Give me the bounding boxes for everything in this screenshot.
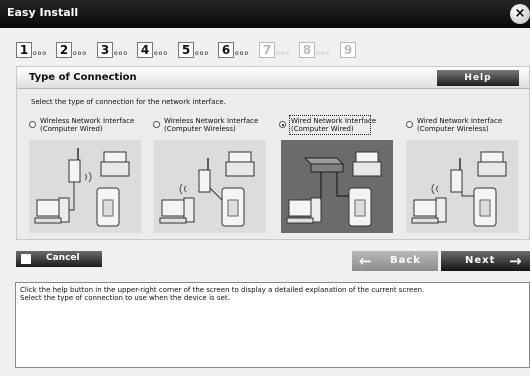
- back-arrow-icon: ←: [359, 252, 372, 270]
- illustration-wireless-computer-wired: [34, 148, 130, 227]
- step-dots: ooo: [33, 50, 48, 57]
- panel-header: Type of Connection Help: [17, 67, 529, 89]
- step-9: 9: [340, 42, 376, 60]
- step-dots: ooo: [276, 50, 291, 57]
- option-wired-computer-wireless[interactable]: Wired Network Interface (Computer Wirele…: [406, 117, 521, 139]
- printer-icon: [477, 151, 507, 177]
- close-button[interactable]: ×: [510, 4, 530, 24]
- next-label: Next: [465, 255, 496, 266]
- back-label: Back: [390, 255, 421, 266]
- step-dots: ooo: [154, 50, 169, 57]
- step-number: 6: [218, 42, 234, 58]
- help-button[interactable]: Help: [437, 70, 519, 86]
- step-number: 7: [259, 42, 275, 58]
- option-label-line1: Wired Network Interface: [417, 117, 503, 125]
- radio-button[interactable]: [153, 121, 160, 128]
- cancel-box-icon: [21, 254, 31, 264]
- main-content: 1 ooo 2 ooo 3 ooo 4 ooo 5 ooo 6 ooo 7 oo…: [0, 28, 530, 376]
- step-dots: ooo: [235, 50, 250, 57]
- step-8: 8 ooo: [299, 42, 335, 60]
- cancel-label: Cancel: [46, 253, 80, 263]
- router-icon: [450, 158, 463, 193]
- waves-icon: [179, 183, 187, 195]
- cable: [320, 172, 349, 200]
- option-label-line2: (Computer Wired): [40, 125, 103, 133]
- hub-icon: [303, 157, 345, 173]
- window-title: Easy Install: [7, 6, 79, 19]
- step-number: 3: [97, 42, 113, 58]
- computer-icon: [411, 197, 447, 224]
- option-label-line2: (Computer Wired): [291, 125, 354, 133]
- waves-icon: [431, 183, 439, 195]
- connection-type-panel: Type of Connection Help Select the type …: [16, 66, 530, 240]
- waves-icon: [84, 171, 92, 183]
- step-number: 8: [299, 42, 315, 58]
- step-number: 9: [340, 42, 356, 58]
- step-number: 5: [178, 42, 194, 58]
- step-4: 4 ooo: [137, 42, 173, 60]
- computer-icon: [159, 197, 195, 224]
- option-wireless-computer-wireless[interactable]: Wireless Network Interface (Computer Wir…: [153, 117, 268, 139]
- option-label-line2: (Computer Wireless): [417, 125, 489, 133]
- radio-button[interactable]: [406, 121, 413, 128]
- back-button[interactable]: ← Back: [352, 251, 438, 271]
- diagram-wireless-computer-wired[interactable]: [29, 140, 141, 233]
- help-text-area: Click the help button in the upper-right…: [15, 282, 530, 368]
- cable: [69, 182, 75, 211]
- printer-icon: [352, 151, 382, 177]
- step-dots: ooo: [316, 50, 331, 57]
- option-label-line1: Wireless Network Interface: [164, 117, 259, 125]
- diagram-wired-computer-wireless[interactable]: [406, 140, 518, 233]
- step-number: 1: [16, 42, 32, 58]
- option-wired-computer-wired[interactable]: Wired Network Interface (Computer Wired): [279, 115, 394, 139]
- step-5: 5 ooo: [178, 42, 214, 60]
- cable: [209, 187, 223, 201]
- radio-button-checked[interactable]: [279, 121, 286, 128]
- computer-icon: [34, 197, 70, 224]
- cable: [461, 188, 474, 197]
- diagram-wireless-computer-wireless[interactable]: [154, 140, 266, 233]
- step-3: 3 ooo: [97, 42, 133, 60]
- step-7: 7 ooo: [259, 42, 295, 60]
- close-icon: ×: [514, 6, 526, 21]
- step-number: 2: [56, 42, 72, 58]
- step-6: 6 ooo: [218, 42, 254, 60]
- instruction-text: Select the type of connection for the ne…: [31, 98, 226, 106]
- step-2: 2 ooo: [56, 42, 92, 60]
- router-icon: [198, 158, 211, 193]
- step-dots: ooo: [195, 50, 210, 57]
- printer-icon: [100, 151, 130, 177]
- cancel-button[interactable]: Cancel: [16, 251, 102, 267]
- router-icon: [68, 148, 81, 183]
- title-bar: Easy Install ×: [0, 0, 530, 28]
- next-arrow-icon: →: [509, 252, 522, 270]
- step-dots: ooo: [114, 50, 129, 57]
- step-number: 4: [137, 42, 153, 58]
- illustration-wired-computer-wireless: [411, 151, 507, 227]
- help-text-line1: Click the help button in the upper-right…: [20, 286, 425, 294]
- option-label-line1: Wired Network Interface: [291, 117, 377, 125]
- printer-icon: [221, 187, 245, 227]
- option-wireless-computer-wired[interactable]: Wireless Network Interface (Computer Wir…: [29, 117, 144, 139]
- panel-title: Type of Connection: [29, 72, 137, 83]
- option-label-line2: (Computer Wireless): [164, 125, 236, 133]
- help-text-line2: Select the type of connection to use whe…: [20, 294, 230, 302]
- printer-icon: [225, 151, 255, 177]
- step-dots: ooo: [73, 50, 88, 57]
- illustration-wireless-computer-wireless: [159, 151, 255, 227]
- computer-icon: [286, 197, 322, 224]
- radio-button[interactable]: [29, 121, 36, 128]
- printer-icon: [473, 187, 497, 227]
- step-1: 1 ooo: [16, 42, 52, 60]
- printer-icon: [96, 187, 120, 227]
- illustration-wired-computer-wired: [286, 151, 382, 227]
- option-label-line1: Wireless Network Interface: [40, 117, 135, 125]
- next-button[interactable]: Next →: [441, 251, 530, 271]
- printer-icon: [348, 187, 372, 227]
- diagram-wired-computer-wired[interactable]: [281, 140, 393, 233]
